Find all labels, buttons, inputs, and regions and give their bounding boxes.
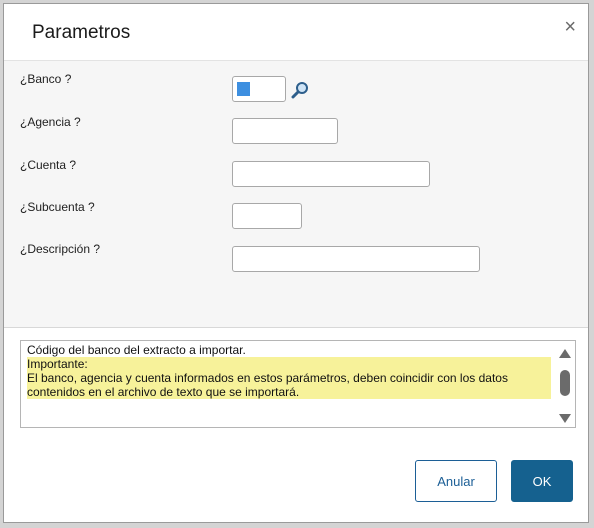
help-line-description: Código del banco del extracto a importar… [27,343,246,357]
agencia-label: ¿Agencia ? [20,115,81,129]
dialog-title: Parametros [32,22,131,43]
cuenta-label: ¿Cuenta ? [20,158,77,172]
parameters-dialog: Parametros × ¿Banco ? ¿Agencia ? ¿Cuenta… [3,3,589,523]
descripcion-label: ¿Descripción ? [20,242,101,256]
text-caret [237,82,250,96]
banco-label: ¿Banco ? [20,72,72,86]
subcuenta-label: ¿Subcuenta ? [20,200,95,214]
help-text: Código del banco del extracto a importar… [27,343,551,399]
help-line-note: El banco, agencia y cuenta informados en… [27,371,551,399]
cuenta-input[interactable] [232,161,430,187]
help-line-important: Importante: [27,357,551,371]
parameters-form: ¿Banco ? ¿Agencia ? ¿Cuenta ? ¿Subcuenta… [4,61,588,328]
descripcion-input[interactable] [232,246,480,272]
scroll-down-icon[interactable] [559,414,571,423]
agencia-input[interactable] [232,118,338,144]
help-scrollbar[interactable] [557,347,573,425]
close-icon[interactable]: × [564,17,576,37]
magnifier-icon[interactable] [291,81,309,99]
scroll-thumb[interactable] [560,370,570,396]
ok-button[interactable]: OK [511,460,573,502]
scroll-up-icon[interactable] [559,349,571,358]
help-panel: Código del banco del extracto a importar… [20,340,576,428]
subcuenta-input[interactable] [232,203,302,229]
banco-input[interactable] [232,76,286,102]
cancel-button[interactable]: Anular [415,460,497,502]
dialog-header: Parametros × [4,4,588,61]
